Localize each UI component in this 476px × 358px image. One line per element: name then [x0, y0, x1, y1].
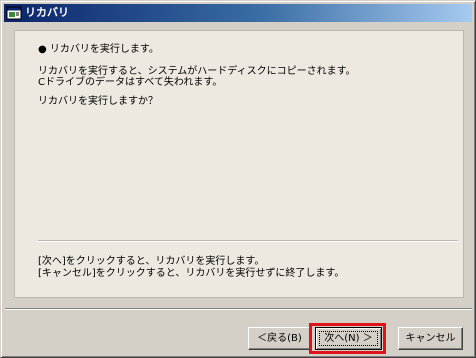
cancel-button[interactable]: キャンセル — [398, 327, 463, 350]
content-divider — [38, 240, 458, 242]
heading-text: ● リカバリを実行します。 — [38, 44, 159, 55]
app-window-icon — [6, 6, 22, 20]
title-bar[interactable]: リカバリ — [4, 4, 472, 22]
next-button[interactable]: 次へ(N) ＞ — [315, 327, 382, 350]
description-line-2: Cドライブのデータはすべて失われます。 — [38, 77, 223, 88]
instruction-line-2: [キャンセル]をクリックすると、リカバリを実行せずに終了します。 — [38, 268, 345, 279]
footer-divider — [5, 308, 472, 310]
window-title: リカバリ — [25, 6, 69, 19]
recovery-dialog: リカバリ ● リカバリを実行します。 リカバリを実行すると、システムがハードディ… — [0, 0, 476, 358]
confirm-question: リカバリを実行しますか？ — [38, 96, 158, 107]
back-button[interactable]: ＜戻る(B) — [248, 327, 311, 350]
next-button-label: 次へ(N) ＞ — [319, 331, 378, 346]
